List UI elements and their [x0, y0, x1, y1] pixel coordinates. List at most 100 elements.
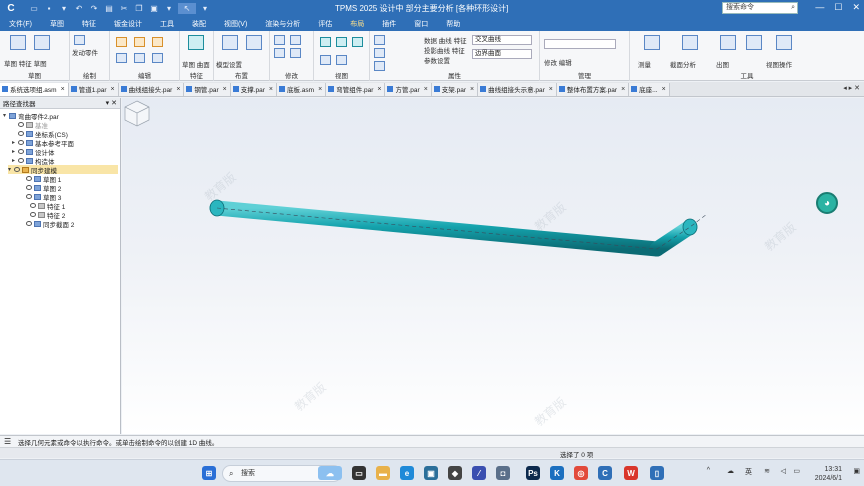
tab-close-icon[interactable]: ×: [549, 86, 553, 93]
tree-root[interactable]: ▾ 弯曲零件2.par: [3, 111, 59, 121]
document-tab[interactable]: 钢管.par ×: [184, 82, 231, 96]
visibility-icon[interactable]: [18, 149, 24, 154]
tab-close-icon[interactable]: ×: [470, 86, 474, 93]
3d-viewport[interactable]: 教育版 教育版 教育版 教育版 教育版 ◕: [122, 98, 864, 434]
assistant-cat-icon[interactable]: ◕: [816, 192, 838, 214]
3d-app-icon[interactable]: ◆: [448, 466, 462, 480]
visibility-icon[interactable]: [26, 176, 32, 181]
menu-item[interactable]: 装配: [183, 19, 215, 29]
tab-close-icon[interactable]: ×: [61, 86, 65, 93]
menu-item[interactable]: 渲染与分析: [256, 19, 309, 29]
document-tab[interactable]: 弯管组件.par ×: [326, 82, 386, 96]
app-icon-2[interactable]: ◘: [496, 466, 510, 480]
undo-icon[interactable]: ↶: [73, 3, 85, 14]
menu-item[interactable]: 特征: [73, 19, 105, 29]
tab-close-icon[interactable]: ×: [111, 86, 115, 93]
tools-icon[interactable]: [776, 35, 792, 50]
qat-customize-icon[interactable]: ▾: [199, 3, 211, 14]
document-tab[interactable]: 曲线组接头.par ×: [118, 82, 185, 96]
cad-app-icon[interactable]: C: [598, 466, 612, 480]
visibility-icon[interactable]: [14, 167, 20, 172]
extend-icon[interactable]: [134, 53, 145, 63]
visibility-icon[interactable]: [26, 221, 32, 226]
rotate-icon[interactable]: [290, 35, 301, 45]
document-tab[interactable]: 底板.asm ×: [277, 82, 327, 96]
document-tab[interactable]: 整体布置方案.par ×: [556, 82, 630, 96]
new-icon[interactable]: ▭: [28, 3, 40, 14]
clipboard-icon[interactable]: [10, 35, 26, 50]
sketch-icon[interactable]: [34, 35, 50, 50]
tree-item[interactable]: 同步截面 2: [26, 219, 74, 229]
view-front-icon[interactable]: [320, 37, 331, 47]
chrome-icon[interactable]: ◎: [574, 466, 588, 480]
start-icon[interactable]: ⊞: [202, 466, 216, 480]
save-icon[interactable]: ▪: [43, 3, 55, 14]
offset-icon[interactable]: [152, 53, 163, 63]
tab-scroll-controls[interactable]: ◂ ▸ ✕: [843, 84, 860, 92]
tab-close-icon[interactable]: ×: [662, 86, 666, 93]
cloud-icon[interactable]: ☁: [727, 467, 734, 475]
menu-item[interactable]: 草图: [41, 19, 73, 29]
visibility-icon[interactable]: [18, 122, 24, 127]
clock[interactable]: 13:31 2024/6/1: [792, 465, 842, 483]
command-search-input[interactable]: 搜索命令 ⌕: [722, 2, 798, 14]
visibility-icon[interactable]: [18, 131, 24, 136]
layer-combo[interactable]: 边界曲面: [472, 49, 532, 59]
document-tab[interactable]: 支撑.par ×: [230, 82, 277, 96]
menu-item[interactable]: 钣金设计: [105, 19, 151, 29]
tree-item[interactable]: ▾ 同步建模: [8, 165, 118, 175]
notification-icon[interactable]: ▣: [853, 467, 860, 475]
visibility-icon[interactable]: [18, 140, 24, 145]
print-icon[interactable]: ▤: [103, 3, 115, 14]
filter-combo[interactable]: [544, 39, 616, 49]
task-view-icon[interactable]: ▭: [352, 466, 366, 480]
panel-close-icon[interactable]: ▾ ✕: [106, 99, 117, 107]
tab-close-icon[interactable]: ×: [424, 86, 428, 93]
style-combo[interactable]: 交叉曲线: [472, 35, 532, 45]
select-tool-icon[interactable]: ↖: [178, 3, 196, 14]
document-tab[interactable]: 支架.par ×: [431, 82, 479, 96]
mirror-icon[interactable]: [290, 48, 301, 58]
menu-item[interactable]: 文件(F): [0, 19, 41, 29]
visibility-icon[interactable]: [18, 158, 24, 163]
view-wire-icon[interactable]: [336, 55, 347, 65]
edge-icon[interactable]: e: [400, 466, 414, 480]
move-icon[interactable]: [274, 35, 285, 45]
menu-item[interactable]: 插件: [373, 19, 405, 29]
feature-icon[interactable]: [188, 35, 204, 50]
wifi-icon[interactable]: ≋: [764, 467, 770, 475]
store-icon[interactable]: ▣: [424, 466, 438, 480]
document-tab[interactable]: 系统选项组.asm ×: [0, 82, 69, 96]
grid-icon[interactable]: [246, 35, 262, 50]
menu-item[interactable]: 布局: [341, 19, 373, 29]
cut-icon[interactable]: ✂: [118, 3, 130, 14]
photoshop-icon[interactable]: Ps: [526, 466, 540, 480]
tab-close-icon[interactable]: ×: [269, 86, 273, 93]
scale-icon[interactable]: [274, 48, 285, 58]
tab-close-icon[interactable]: ×: [223, 86, 227, 93]
menu-item[interactable]: 窗口: [405, 19, 437, 29]
view-manager-icon[interactable]: [746, 35, 762, 50]
widget-icon[interactable]: ☁: [318, 466, 342, 480]
dropdown-icon[interactable]: ▾: [58, 3, 70, 14]
menu-item[interactable]: 帮助: [437, 19, 469, 29]
draw-line-icon[interactable]: [74, 35, 85, 45]
arc-icon[interactable]: [134, 37, 145, 47]
more-icon[interactable]: ▾: [163, 3, 175, 14]
section-icon[interactable]: [682, 35, 698, 50]
menu-item[interactable]: 视图(V): [215, 19, 256, 29]
trim-icon[interactable]: [116, 53, 127, 63]
copy-icon[interactable]: ❐: [133, 3, 145, 14]
input-language[interactable]: 英: [745, 467, 752, 477]
app-logo-icon[interactable]: C: [4, 2, 18, 16]
menu-item[interactable]: 工具: [151, 19, 183, 29]
minimize-button[interactable]: —: [815, 2, 824, 13]
document-tab[interactable]: 底座... ×: [629, 82, 670, 96]
visibility-icon[interactable]: [26, 185, 32, 190]
layout-icon[interactable]: [222, 35, 238, 50]
redo-icon[interactable]: ↷: [88, 3, 100, 14]
tab-close-icon[interactable]: ×: [621, 86, 625, 93]
circle-icon[interactable]: [152, 37, 163, 47]
drawing-icon[interactable]: [720, 35, 736, 50]
visibility-icon[interactable]: [30, 212, 36, 217]
